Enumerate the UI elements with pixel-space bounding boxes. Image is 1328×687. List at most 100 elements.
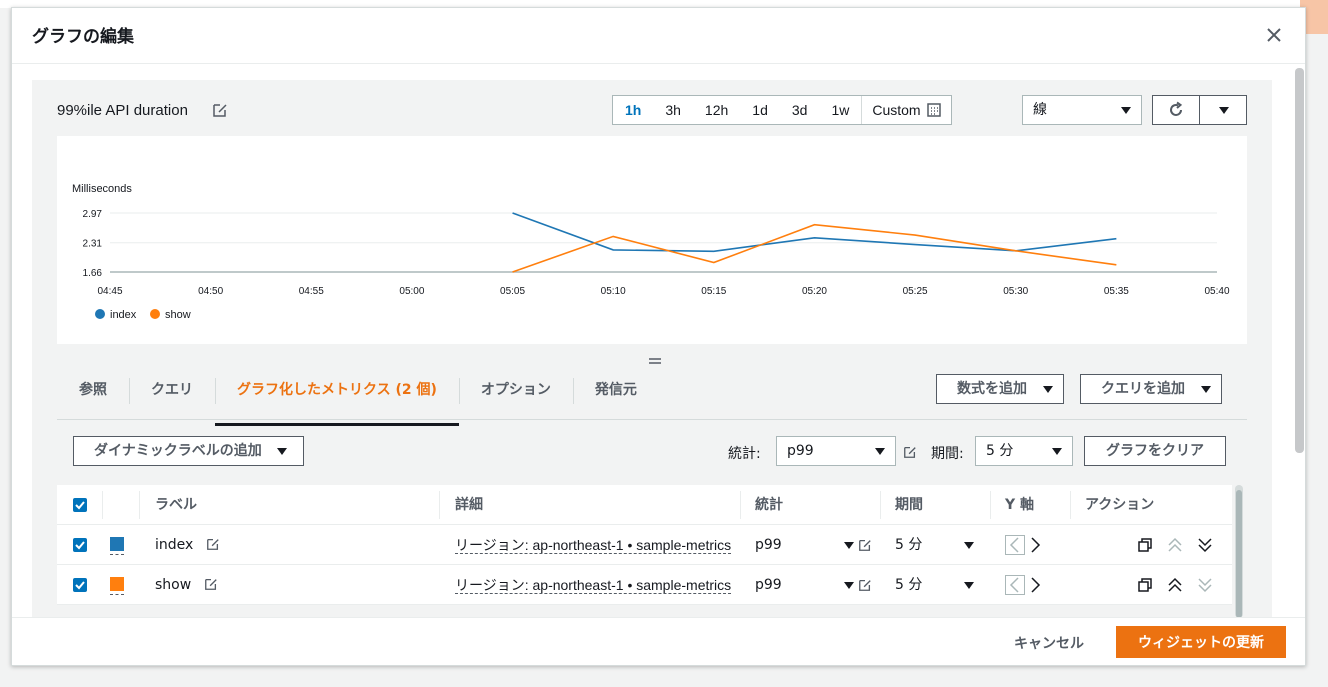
edit-title-icon[interactable]	[212, 102, 228, 118]
x-tick-label: 05:15	[701, 286, 726, 297]
row-checkbox[interactable]	[73, 578, 87, 592]
column-divider	[102, 491, 103, 519]
row-details[interactable]: リージョン: ap-northeast-1 • sample-metrics	[455, 525, 732, 565]
move-up-icon[interactable]	[1167, 537, 1183, 553]
resize-handle[interactable]	[649, 350, 661, 369]
add-query-button[interactable]: クエリを追加	[1080, 374, 1222, 404]
refresh-button[interactable]	[1152, 95, 1200, 125]
refresh-options-button[interactable]	[1199, 95, 1247, 125]
modal-footer: キャンセル ウィジェットの更新	[12, 617, 1305, 665]
y-tick-label: 1.66	[83, 268, 103, 279]
range-custom[interactable]: Custom	[861, 96, 950, 124]
row-period[interactable]: 5 分	[895, 525, 922, 565]
move-down-icon[interactable]	[1197, 577, 1213, 593]
range-1d[interactable]: 1d	[740, 96, 780, 124]
legend-label-show: show	[165, 309, 191, 321]
y-axis-left-button[interactable]	[1005, 575, 1025, 595]
range-1w[interactable]: 1w	[819, 96, 861, 124]
add-math-label: 数式を追加	[957, 381, 1027, 397]
x-tick-label: 05:30	[1003, 286, 1028, 297]
y-axis-left-button[interactable]	[1005, 535, 1025, 555]
modal-header: グラフの編集	[12, 8, 1305, 64]
add-query-label: クエリを追加	[1101, 381, 1185, 397]
legend-swatch-show	[150, 309, 160, 319]
legend-label-index: index	[110, 309, 137, 321]
chart-type-select[interactable]: 線	[1022, 95, 1142, 125]
y-axis-right-icon[interactable]	[1029, 537, 1043, 557]
y-axis-right-icon[interactable]	[1029, 577, 1043, 597]
duplicate-icon[interactable]	[1137, 577, 1153, 593]
tab-browse[interactable]: 参照	[57, 368, 129, 419]
range-3d[interactable]: 3d	[780, 96, 820, 124]
row-label: show	[155, 577, 192, 593]
modal-body: 99%ile API duration 1h 3h 12h 1d 3d 1w C…	[32, 80, 1272, 618]
edit-stat-icon[interactable]	[858, 538, 872, 556]
select-all-checkbox[interactable]	[73, 498, 87, 512]
clear-graph-button[interactable]: グラフをクリア	[1084, 436, 1226, 466]
chevron-down-icon[interactable]	[964, 542, 974, 549]
x-tick-label: 05:35	[1104, 286, 1129, 297]
close-icon[interactable]	[1263, 24, 1285, 46]
range-12h[interactable]: 12h	[693, 96, 740, 124]
modal-scrollbar[interactable]	[1295, 68, 1304, 453]
tab-graphed-metrics[interactable]: グラフ化したメトリクス (2 個)	[215, 368, 459, 426]
table-scrollbar-thumb[interactable]	[1236, 490, 1242, 618]
color-swatch[interactable]	[110, 537, 124, 551]
series-line-index	[512, 212, 1117, 253]
custom-label: Custom	[872, 102, 921, 118]
chart-area: Milliseconds 2.97 2.31 1.66 04:45 04:50 04:55 0…	[57, 136, 1247, 344]
chevron-down-icon	[875, 448, 885, 455]
y-axis-label: Milliseconds	[72, 183, 132, 195]
edit-stat-icon[interactable]	[903, 444, 917, 458]
edit-label-icon[interactable]	[204, 567, 218, 590]
x-tick-label: 04:55	[299, 286, 324, 297]
row-stat[interactable]: p99	[755, 525, 782, 565]
time-range-selector: 1h 3h 12h 1d 3d 1w Custom	[612, 95, 952, 125]
edit-label-icon[interactable]	[206, 527, 220, 550]
duplicate-icon[interactable]	[1137, 537, 1153, 553]
move-up-icon[interactable]	[1167, 577, 1183, 593]
header-details: 詳細	[455, 497, 483, 513]
x-tick-label: 05:25	[903, 286, 928, 297]
move-down-icon[interactable]	[1197, 537, 1213, 553]
chart-type-value: 線	[1033, 102, 1047, 118]
x-tick-label: 05:40	[1204, 286, 1229, 297]
column-divider	[880, 491, 881, 519]
period-select[interactable]: 5 分	[975, 436, 1073, 466]
add-dynamic-label-button[interactable]: ダイナミックラベルの追加	[73, 436, 304, 466]
stat-select-value: p99	[787, 443, 814, 459]
edit-stat-icon[interactable]	[858, 578, 872, 596]
range-3h[interactable]: 3h	[653, 96, 693, 124]
x-tick-label: 04:45	[97, 286, 122, 297]
tab-source[interactable]: 発信元	[572, 368, 659, 419]
cancel-button[interactable]: キャンセル	[1014, 633, 1084, 653]
chevron-down-icon	[277, 448, 287, 455]
row-details[interactable]: リージョン: ap-northeast-1 • sample-metrics	[455, 565, 732, 605]
graph-title: 99%ile API duration	[57, 102, 188, 119]
chevron-down-icon	[1052, 448, 1062, 455]
row-period[interactable]: 5 分	[895, 565, 922, 605]
calendar-icon	[926, 103, 941, 117]
chevron-down-icon[interactable]	[964, 582, 974, 589]
tab-options[interactable]: オプション	[458, 368, 573, 419]
x-tick-label: 05:05	[500, 286, 525, 297]
color-swatch[interactable]	[110, 577, 124, 591]
chevron-down-icon[interactable]	[844, 582, 854, 589]
header-stat: 統計	[755, 497, 783, 513]
chevron-down-icon	[1121, 107, 1131, 114]
column-divider	[1070, 491, 1071, 519]
range-1h[interactable]: 1h	[613, 96, 653, 124]
stat-select[interactable]: p99	[776, 436, 896, 466]
table-row: show リージョン: ap-northeast-1 • sample-metr…	[57, 565, 1232, 605]
tab-bar: 参照 クエリ グラフ化したメトリクス (2 個) オプション 発信元	[57, 368, 1247, 426]
row-stat[interactable]: p99	[755, 565, 782, 605]
chevron-down-icon[interactable]	[844, 542, 854, 549]
row-checkbox[interactable]	[73, 538, 87, 552]
tab-query[interactable]: クエリ	[129, 368, 215, 419]
update-widget-button[interactable]: ウィジェットの更新	[1116, 626, 1286, 658]
refresh-icon	[1170, 101, 1183, 116]
row-label: index	[155, 537, 194, 553]
chevron-down-icon	[1201, 386, 1211, 393]
edit-graph-modal: グラフの編集 99%ile API duration 1h 3h 12h 1d …	[11, 7, 1306, 666]
add-math-button[interactable]: 数式を追加	[936, 374, 1064, 404]
